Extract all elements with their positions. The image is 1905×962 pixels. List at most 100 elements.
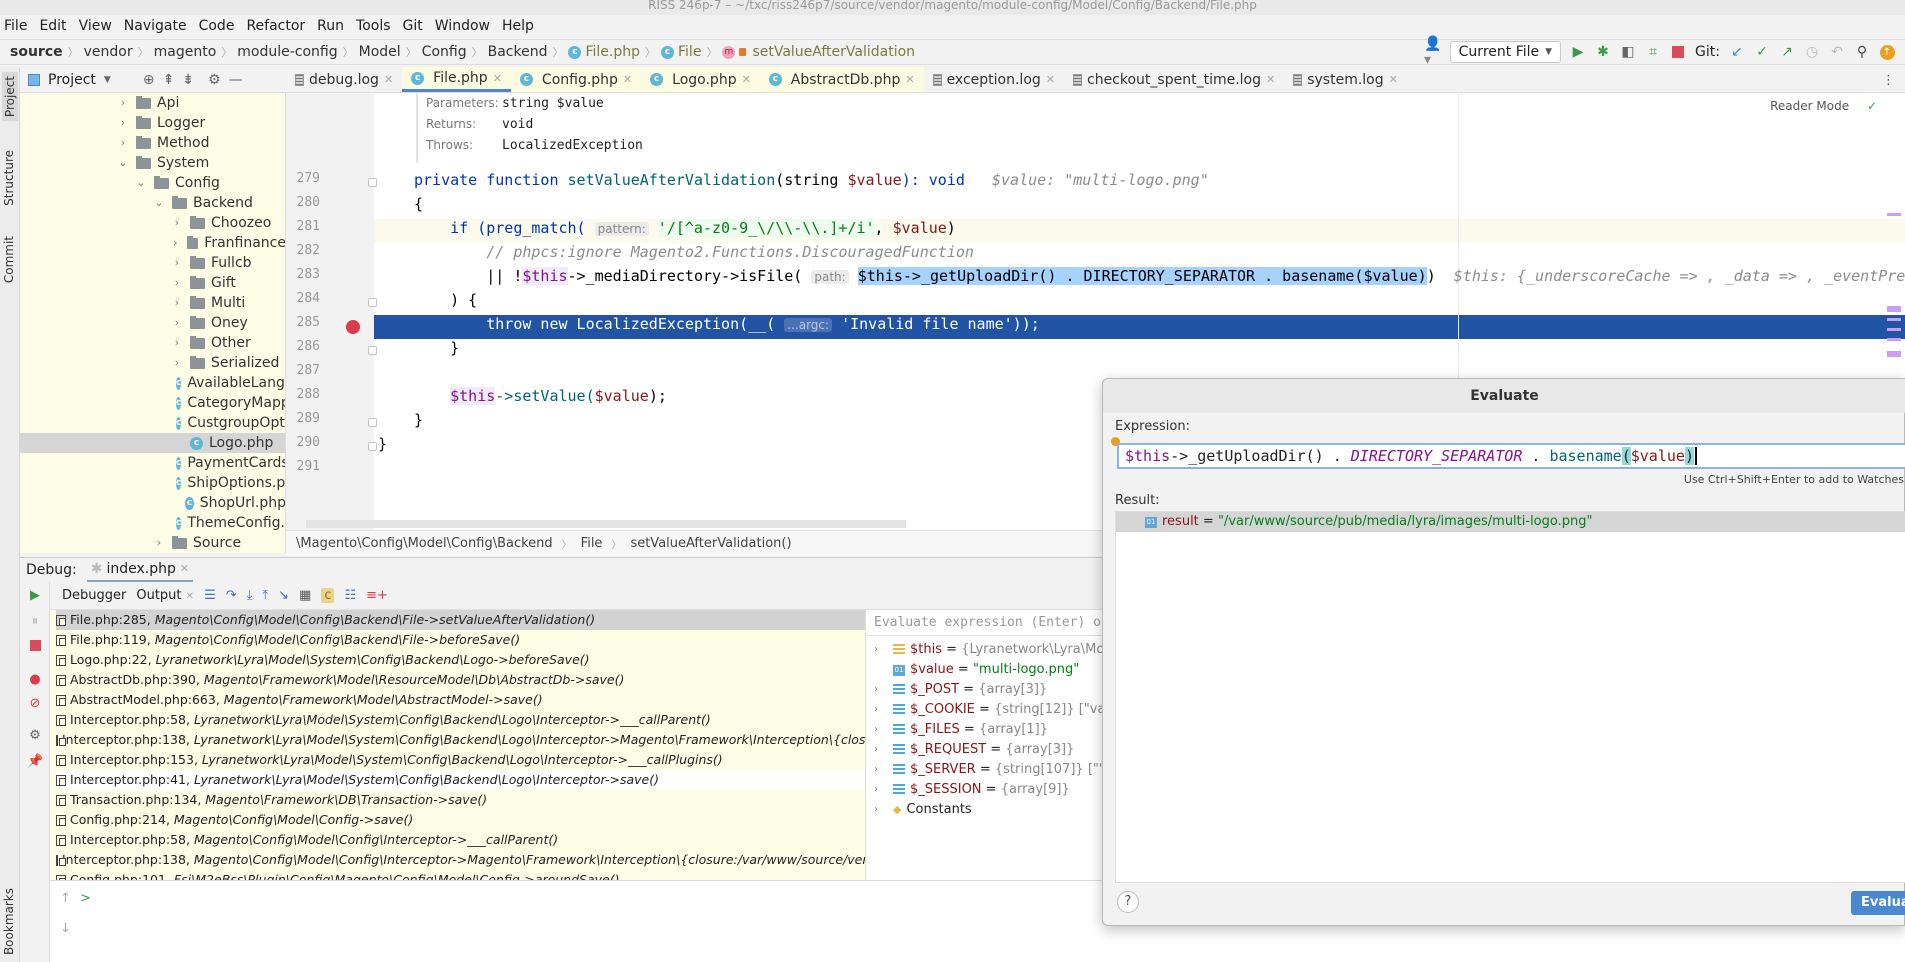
chevron-right-icon[interactable]: › xyxy=(116,93,130,113)
resume-icon[interactable]: ▶ xyxy=(27,588,43,604)
stack-frame[interactable]: Logo.php:22, Lyranetwork\Lyra\Model\Syst… xyxy=(56,650,865,670)
chevron-right-icon[interactable]: › xyxy=(170,273,184,293)
history-down-icon[interactable]: ↓ xyxy=(60,921,71,936)
mute-breakpoints-icon[interactable]: ⊘ xyxy=(27,696,43,712)
close-icon[interactable]: ✕ xyxy=(493,72,502,85)
tool-tab-commit[interactable]: Commit xyxy=(2,236,16,283)
tree-item[interactable]: c Logo.php xyxy=(20,433,285,453)
stack-frame[interactable]: File.php:119, Magento\Config\Model\Confi… xyxy=(56,630,865,650)
tree-item[interactable]: › Serialized xyxy=(20,353,285,373)
history-icon[interactable]: ◷ xyxy=(1804,44,1820,60)
crumb-file-php[interactable]: c File.php 〉 xyxy=(568,44,661,60)
tree-item[interactable]: ⌄ System xyxy=(20,153,285,173)
evaluate-button[interactable]: Evaluate xyxy=(1851,891,1905,915)
scroll-marker[interactable] xyxy=(1887,213,1901,216)
menu-tools[interactable]: Tools xyxy=(356,18,391,34)
git-update-icon[interactable]: ↙ xyxy=(1729,44,1745,60)
stop-icon[interactable] xyxy=(27,640,43,656)
stack-frame[interactable]: AbstractModel.php:663, Magento\Framework… xyxy=(56,690,865,710)
list-icon[interactable]: ☷ xyxy=(344,588,356,603)
scroll-marker[interactable] xyxy=(1887,328,1901,331)
expression-input[interactable]: $this->_getUploadDir() . DIRECTORY_SEPAR… xyxy=(1117,443,1905,469)
debug-icon[interactable]: ✱ xyxy=(1595,44,1611,60)
tree-item[interactable]: › Franfinance xyxy=(20,233,285,253)
close-icon[interactable]: ✕ xyxy=(623,73,632,86)
tool-tab-project[interactable]: Project xyxy=(2,72,18,122)
chevron-right-icon[interactable]: › xyxy=(116,133,130,153)
help-button[interactable]: ? xyxy=(1117,891,1139,913)
frames-menu-icon[interactable]: ☰ xyxy=(204,588,216,603)
chevron-right-icon[interactable]: › xyxy=(170,313,184,333)
expand-all-icon[interactable]: ⇞ xyxy=(163,72,175,88)
add-watch-icon[interactable]: ≡+ xyxy=(366,588,388,603)
tree-item[interactable]: c ShipOptions.php xyxy=(20,473,285,493)
tree-item[interactable]: c ThemeConfig.php xyxy=(20,513,285,533)
tool-tab-structure[interactable]: Structure xyxy=(2,150,16,206)
pin-icon[interactable]: 📌 xyxy=(27,754,43,770)
chevron-right-icon[interactable]: › xyxy=(170,233,181,253)
fold-icon[interactable] xyxy=(368,442,377,451)
gear-icon[interactable]: ⚙ xyxy=(27,728,43,744)
tree-item[interactable]: › Fullcb xyxy=(20,253,285,273)
editor-tab[interactable]: c Logo.php ✕ xyxy=(641,67,760,92)
stack-frame[interactable]: Interceptor.php:138, Lyranetwork\Lyra\Mo… xyxy=(56,730,865,750)
user-icon[interactable]: 👤▾ xyxy=(1424,36,1441,68)
menu-help[interactable]: Help xyxy=(502,18,534,34)
stack-frame[interactable]: File.php:285, Magento\Config\Model\Confi… xyxy=(56,610,865,630)
chevron-right-icon[interactable]: › xyxy=(170,353,184,373)
close-icon[interactable]: ✕ xyxy=(1389,73,1398,86)
editor-tab[interactable]: exception.log ✕ xyxy=(924,67,1064,92)
chevron-right-icon[interactable]: › xyxy=(874,800,888,820)
fold-icon[interactable] xyxy=(368,418,377,427)
variable-row[interactable]: › $_FILES = {array[1]} xyxy=(874,720,1048,740)
tree-item[interactable]: ⌄ Backend xyxy=(20,193,285,213)
collapse-all-icon[interactable]: ⇟ xyxy=(182,72,194,88)
menu-navigate[interactable]: Navigate xyxy=(124,18,187,34)
debug-session-tab[interactable]: ✱ index.php ✕ xyxy=(86,558,194,583)
project-view-select[interactable]: Project xyxy=(48,72,96,88)
profile-icon[interactable]: ⌗ xyxy=(1645,44,1661,60)
editor-tab[interactable]: system.log ✕ xyxy=(1284,67,1407,92)
fold-icon[interactable] xyxy=(368,298,377,307)
tree-item[interactable]: › Source xyxy=(20,533,285,553)
menu-file[interactable]: File xyxy=(4,18,27,34)
tree-item[interactable]: › Gift xyxy=(20,273,285,293)
tree-item[interactable]: › Api xyxy=(20,93,285,113)
more-tabs-icon[interactable]: ⋮ xyxy=(1882,73,1895,88)
menu-code[interactable]: Code xyxy=(199,18,235,34)
stack-frame[interactable]: AbstractDb.php:390, Magento\Framework\Mo… xyxy=(56,670,865,690)
chevron-right-icon[interactable]: › xyxy=(874,640,888,660)
tree-item[interactable]: › Logger xyxy=(20,113,285,133)
stack-frame[interactable]: Config.php:214, Magento\Config\Model\Con… xyxy=(56,810,865,830)
breadcrumb-method[interactable]: setValueAfterValidation() xyxy=(630,536,791,551)
chevron-right-icon[interactable]: › xyxy=(874,680,888,700)
hide-icon[interactable]: — xyxy=(229,72,243,88)
editor-tab[interactable]: debug.log ✕ xyxy=(286,67,402,92)
menu-refactor[interactable]: Refactor xyxy=(246,18,305,34)
menu-window[interactable]: Window xyxy=(435,18,490,34)
variable-row[interactable]: › $_COOKIE = {string[12]} ["vaseed xyxy=(874,700,1102,720)
dialog-title[interactable]: Evaluate xyxy=(1103,379,1905,413)
close-icon[interactable]: ✕ xyxy=(384,73,393,86)
chevron-down-icon[interactable]: ⌄ xyxy=(152,193,166,213)
menu-git[interactable]: Git xyxy=(403,18,423,34)
close-icon[interactable]: ✕ xyxy=(1046,73,1055,86)
crumb-file-class[interactable]: c File 〉 xyxy=(661,44,722,60)
crumb-model[interactable]: Model 〉 xyxy=(359,44,422,60)
variable-row[interactable]: › $_SERVER = {string[107]} ["", "1" xyxy=(874,760,1102,780)
scroll-marker[interactable] xyxy=(1887,351,1901,357)
chevron-right-icon[interactable]: › xyxy=(874,700,888,720)
variable-row[interactable]: › $_SESSION = {array[9]} xyxy=(874,780,1070,800)
tab-output[interactable]: Output ✕ xyxy=(136,588,194,603)
tree-item[interactable]: › Multi xyxy=(20,293,285,313)
scroll-marker[interactable] xyxy=(1887,338,1901,341)
result-row[interactable]: 01 result = "/var/www/source/pub/media/l… xyxy=(1116,512,1905,532)
rollback-icon[interactable]: ↶ xyxy=(1829,44,1845,60)
chevron-down-icon[interactable]: ⌄ xyxy=(134,173,148,193)
chevron-right-icon[interactable]: › xyxy=(116,113,130,133)
menu-view[interactable]: View xyxy=(79,18,112,34)
chevron-right-icon[interactable]: › xyxy=(170,213,184,233)
run-config-select[interactable]: Current File ▼ xyxy=(1449,41,1562,63)
stack-frame[interactable]: Interceptor.php:58, Lyranetwork\Lyra\Mod… xyxy=(56,710,865,730)
stack-frame[interactable]: Transaction.php:134, Magento\Framework\D… xyxy=(56,790,865,810)
